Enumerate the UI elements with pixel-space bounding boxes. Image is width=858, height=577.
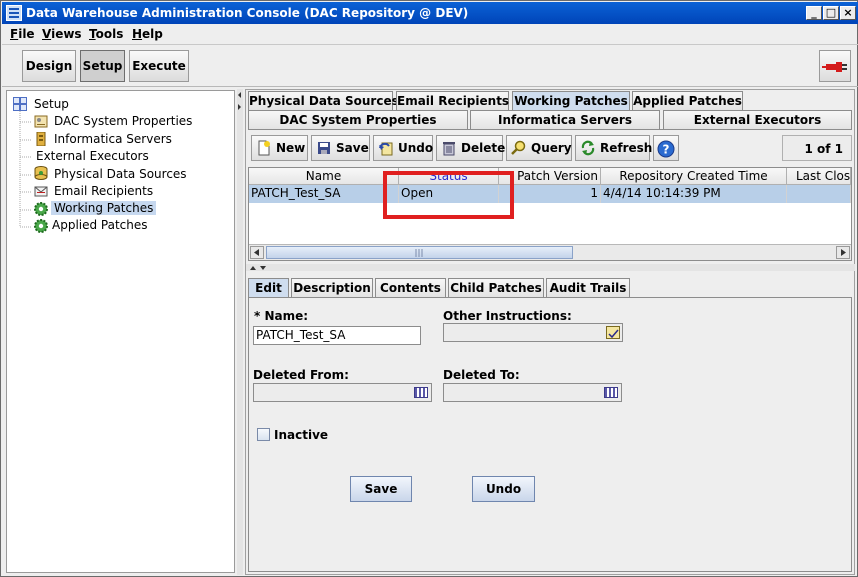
menu-bar: File Views Tools Help bbox=[2, 24, 858, 45]
scroll-left-icon[interactable] bbox=[250, 246, 264, 259]
column-header-name[interactable]: Name bbox=[249, 168, 399, 185]
svg-text:?: ? bbox=[663, 143, 670, 157]
name-field[interactable]: PATCH_Test_SA bbox=[253, 326, 421, 345]
delete-button-label: Delete bbox=[461, 141, 506, 155]
tab-divider bbox=[248, 129, 852, 130]
inactive-checkbox[interactable] bbox=[257, 428, 270, 441]
tab-child-patches[interactable]: Child Patches bbox=[448, 278, 544, 297]
new-button[interactable]: New bbox=[251, 135, 308, 161]
tree-root-setup[interactable]: Setup bbox=[34, 97, 69, 111]
query-button-label: Query bbox=[531, 141, 572, 155]
design-button[interactable]: Design bbox=[22, 50, 76, 82]
deleted-to-field[interactable] bbox=[443, 383, 622, 402]
maximize-button[interactable]: □ bbox=[823, 6, 839, 20]
close-button[interactable]: × bbox=[840, 6, 856, 20]
cell-repository-created-time[interactable]: 4/4/14 10:14:39 PM bbox=[601, 185, 787, 203]
disconnect-plug-icon[interactable] bbox=[819, 50, 851, 82]
menu-file[interactable]: File bbox=[10, 27, 35, 41]
undo-toolbar-label: Undo bbox=[398, 141, 434, 155]
highlight-box bbox=[383, 171, 514, 219]
column-header-patch-version[interactable]: Patch Version bbox=[499, 168, 601, 185]
tree-item-physical-data-sources[interactable]: Physical Data Sources bbox=[54, 167, 187, 181]
execute-button[interactable]: Execute bbox=[129, 50, 189, 82]
tab-audit-trails[interactable]: Audit Trails bbox=[546, 278, 630, 297]
main-toolbar: Design Setup Execute bbox=[2, 45, 858, 87]
magnifier-icon bbox=[511, 140, 527, 156]
tree-item-dac-system-properties[interactable]: DAC System Properties bbox=[54, 114, 192, 128]
email-icon bbox=[34, 184, 48, 198]
refresh-button[interactable]: Refresh bbox=[575, 135, 653, 161]
menu-views[interactable]: Views bbox=[42, 27, 82, 41]
delete-button[interactable]: Delete bbox=[436, 135, 506, 161]
properties-icon bbox=[34, 114, 48, 128]
tree-item-applied-patches[interactable]: Applied Patches bbox=[52, 218, 148, 232]
name-label: * Name: bbox=[254, 309, 309, 323]
gear-icon bbox=[33, 218, 48, 233]
calendar-icon[interactable] bbox=[604, 387, 618, 398]
tree-item-email-recipients[interactable]: Email Recipients bbox=[54, 184, 153, 198]
new-button-label: New bbox=[276, 141, 306, 155]
setup-button[interactable]: Setup bbox=[80, 50, 125, 82]
gear-icon bbox=[33, 201, 48, 216]
save-toolbar-label: Save bbox=[336, 141, 369, 155]
navigation-tree: Setup DAC System Properties Informatica … bbox=[6, 90, 235, 573]
window-title: Data Warehouse Administration Console (D… bbox=[26, 6, 469, 20]
refresh-button-label: Refresh bbox=[600, 141, 653, 155]
scroll-thumb[interactable] bbox=[266, 246, 573, 259]
deleted-from-field[interactable] bbox=[253, 383, 432, 402]
horizontal-scrollbar[interactable] bbox=[249, 244, 851, 260]
help-icon: ? bbox=[657, 140, 675, 158]
new-document-icon bbox=[256, 140, 272, 156]
refresh-icon bbox=[580, 140, 596, 156]
cell-last-closed[interactable] bbox=[787, 185, 851, 203]
tree-item-informatica-servers[interactable]: Informatica Servers bbox=[54, 132, 172, 146]
cell-name[interactable]: PATCH_Test_SA bbox=[249, 185, 399, 203]
tab-dac-system-properties[interactable]: DAC System Properties bbox=[248, 110, 468, 129]
cell-patch-version[interactable]: 1 bbox=[499, 185, 601, 203]
server-icon bbox=[34, 131, 48, 147]
title-bar: Data Warehouse Administration Console (D… bbox=[2, 2, 858, 24]
save-disk-icon bbox=[316, 140, 332, 156]
vertical-splitter[interactable] bbox=[237, 89, 243, 575]
record-count: 1 of 1 bbox=[782, 135, 852, 161]
save-toolbar-button[interactable]: Save bbox=[311, 135, 370, 161]
tab-applied-patches[interactable]: Applied Patches bbox=[632, 91, 743, 110]
datasource-icon bbox=[34, 166, 48, 180]
tab-edit[interactable]: Edit bbox=[248, 278, 289, 297]
tab-external-executors[interactable]: External Executors bbox=[663, 110, 852, 129]
column-header-last-closed[interactable]: Last Clos bbox=[787, 168, 851, 185]
save-button[interactable]: Save bbox=[350, 476, 412, 502]
tree-item-external-executors[interactable]: External Executors bbox=[36, 149, 149, 163]
undo-toolbar-button[interactable]: Undo bbox=[373, 135, 433, 161]
horizontal-splitter[interactable] bbox=[246, 264, 855, 271]
tab-description[interactable]: Description bbox=[291, 278, 373, 297]
patches-table: Name Status Patch Version Repository Cre… bbox=[248, 167, 852, 261]
help-button[interactable]: ? bbox=[653, 135, 679, 161]
scroll-right-icon[interactable] bbox=[836, 246, 850, 259]
menu-help[interactable]: Help bbox=[132, 27, 163, 41]
undo-button[interactable]: Undo bbox=[472, 476, 535, 502]
trash-icon bbox=[441, 140, 457, 156]
setup-grid-icon bbox=[13, 97, 27, 111]
app-window: Data Warehouse Administration Console (D… bbox=[0, 0, 858, 577]
tree-item-working-patches[interactable]: Working Patches bbox=[51, 201, 157, 215]
menu-tools[interactable]: Tools bbox=[89, 27, 123, 41]
inactive-label: Inactive bbox=[274, 428, 329, 442]
tab-working-patches[interactable]: Working Patches bbox=[512, 91, 630, 110]
calendar-icon[interactable] bbox=[414, 387, 428, 398]
other-instructions-label: Other Instructions: bbox=[443, 309, 572, 323]
query-button[interactable]: Query bbox=[506, 135, 572, 161]
column-header-repository-created-time[interactable]: Repository Created Time bbox=[601, 168, 787, 185]
tab-email-recipients[interactable]: Email Recipients bbox=[396, 91, 509, 110]
minimize-button[interactable]: _ bbox=[806, 6, 822, 20]
app-icon bbox=[6, 5, 22, 21]
edit-text-icon[interactable] bbox=[606, 326, 620, 339]
tab-informatica-servers[interactable]: Informatica Servers bbox=[470, 110, 660, 129]
deleted-from-label: Deleted From: bbox=[253, 368, 349, 382]
tab-contents[interactable]: Contents bbox=[375, 278, 446, 297]
undo-icon bbox=[378, 140, 394, 156]
deleted-to-label: Deleted To: bbox=[443, 368, 520, 382]
tab-physical-data-sources[interactable]: Physical Data Sources bbox=[248, 91, 399, 110]
other-instructions-field[interactable] bbox=[443, 323, 623, 342]
